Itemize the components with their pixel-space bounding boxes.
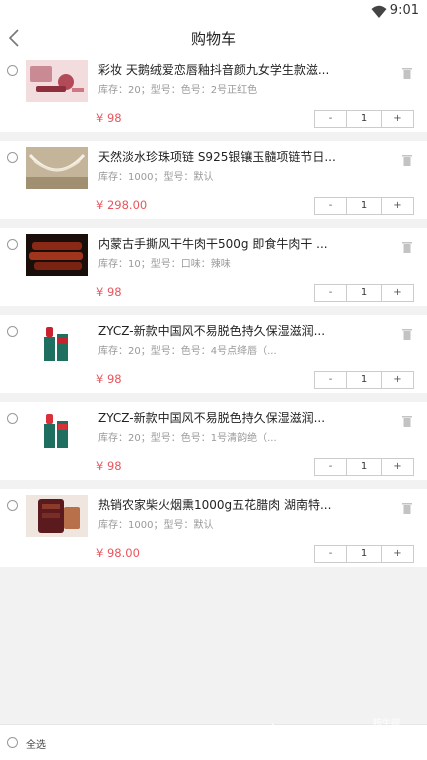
product-spec: 库存：20；型号：色号：4号点绛唇（... — [98, 346, 277, 357]
product-name[interactable]: 彩妆 天鹅绒爱恋唇釉抖音颜九女学生款滋... — [98, 61, 344, 78]
quantity-stepper: - 1 + — [314, 458, 414, 476]
increase-button[interactable]: + — [381, 285, 413, 301]
quantity-value[interactable]: 1 — [347, 372, 381, 388]
title-bar: 购物车 — [0, 24, 427, 54]
decrease-button[interactable]: - — [315, 372, 347, 388]
cart-item: 内蒙古手撕风干牛肉干500g 即食牛肉干 ... 库存：10；型号：口味：辣味 … — [0, 228, 427, 306]
product-thumbnail[interactable] — [26, 408, 88, 450]
product-name[interactable]: 内蒙古手撕风干牛肉干500g 即食牛肉干 ... — [98, 235, 344, 252]
product-spec: 库存：10；型号：口味：辣味 — [98, 259, 231, 270]
select-item-radio[interactable] — [7, 65, 18, 76]
quantity-value[interactable]: 1 — [347, 198, 381, 214]
page-title: 购物车 — [190, 30, 236, 48]
product-thumbnail[interactable] — [26, 495, 88, 537]
product-price: ¥ 98 — [96, 372, 122, 386]
status-time: 9:01 — [389, 3, 419, 18]
decrease-button[interactable]: - — [315, 459, 347, 475]
quantity-stepper: - 1 + — [314, 371, 414, 389]
select-item-radio[interactable] — [7, 239, 18, 250]
select-item-radio[interactable] — [7, 413, 18, 424]
quantity-value[interactable]: 1 — [347, 546, 381, 562]
increase-button[interactable]: + — [381, 546, 413, 562]
product-name[interactable]: 热销农家柴火烟熏1000g五花腊肉 湖南特... — [98, 496, 344, 513]
product-name[interactable]: 天然淡水珍珠项链 S925银镶玉髓项链节日... — [98, 148, 344, 165]
product-thumbnail[interactable] — [26, 60, 88, 102]
product-price: ¥ 98.00 — [96, 546, 140, 560]
product-thumbnail[interactable] — [26, 234, 88, 276]
product-spec: 库存：1000；型号：默认 — [98, 172, 214, 183]
trash-icon[interactable] — [402, 154, 412, 166]
product-spec: 库存：1000；型号：默认 — [98, 520, 214, 531]
product-spec: 库存：20；型号：色号：1号清韵绝（... — [98, 433, 277, 444]
product-price: ¥ 98 — [96, 285, 122, 299]
svg-text:腾牛网: 腾牛网 — [373, 717, 400, 729]
decrease-button[interactable]: - — [315, 198, 347, 214]
quantity-value[interactable]: 1 — [347, 285, 381, 301]
increase-button[interactable]: + — [381, 459, 413, 475]
trash-icon[interactable] — [402, 241, 412, 253]
trash-icon[interactable] — [402, 415, 412, 427]
quantity-stepper: - 1 + — [314, 545, 414, 563]
increase-button[interactable]: + — [381, 198, 413, 214]
product-spec: 库存：20；型号：色号：2号正红色 — [98, 85, 258, 96]
product-price: ¥ 298.00 — [96, 198, 148, 212]
select-item-radio[interactable] — [7, 326, 18, 337]
product-thumbnail[interactable] — [26, 147, 88, 189]
quantity-value[interactable]: 1 — [347, 459, 381, 475]
select-item-radio[interactable] — [7, 152, 18, 163]
select-all-label[interactable]: 全选 — [26, 736, 46, 751]
quantity-stepper: - 1 + — [314, 197, 414, 215]
product-thumbnail[interactable] — [26, 321, 88, 363]
quantity-value[interactable]: 1 — [347, 111, 381, 127]
cart-item: 天然淡水珍珠项链 S925银镶玉髓项链节日... 库存：1000；型号：默认 ¥… — [0, 141, 427, 219]
increase-button[interactable]: + — [381, 372, 413, 388]
product-price: ¥ 98 — [96, 459, 122, 473]
quantity-stepper: - 1 + — [314, 110, 414, 128]
trash-icon[interactable] — [402, 67, 412, 79]
cart-item: 热销农家柴火烟熏1000g五花腊肉 湖南特... 库存：1000；型号：默认 ¥… — [0, 489, 427, 567]
quantity-stepper: - 1 + — [314, 284, 414, 302]
status-bar: 9:01 — [0, 0, 427, 24]
wifi-icon — [371, 5, 387, 18]
decrease-button[interactable]: - — [315, 546, 347, 562]
cart-item: ZYCZ-新款中国风不易脱色持久保湿滋润... 库存：20；型号：色号：4号点绛… — [0, 315, 427, 393]
cart-item: ZYCZ-新款中国风不易脱色持久保湿滋润... 库存：20；型号：色号：1号清韵… — [0, 402, 427, 480]
increase-button[interactable]: + — [381, 111, 413, 127]
select-item-radio[interactable] — [7, 500, 18, 511]
trash-icon[interactable] — [402, 502, 412, 514]
decrease-button[interactable]: - — [315, 111, 347, 127]
select-all-radio[interactable] — [7, 737, 18, 748]
trash-icon[interactable] — [402, 328, 412, 340]
watermark-logo: CNTN.com 腾牛网 — [259, 717, 401, 750]
product-price: ¥ 98 — [96, 111, 122, 125]
cart-list: 彩妆 天鹅绒爱恋唇釉抖音颜九女学生款滋... 库存：20；型号：色号：2号正红色… — [0, 54, 427, 576]
product-name[interactable]: ZYCZ-新款中国风不易脱色持久保湿滋润... — [98, 409, 344, 426]
decrease-button[interactable]: - — [315, 285, 347, 301]
product-name[interactable]: ZYCZ-新款中国风不易脱色持久保湿滋润... — [98, 322, 344, 339]
cart-item: 彩妆 天鹅绒爱恋唇釉抖音颜九女学生款滋... 库存：20；型号：色号：2号正红色… — [0, 54, 427, 132]
